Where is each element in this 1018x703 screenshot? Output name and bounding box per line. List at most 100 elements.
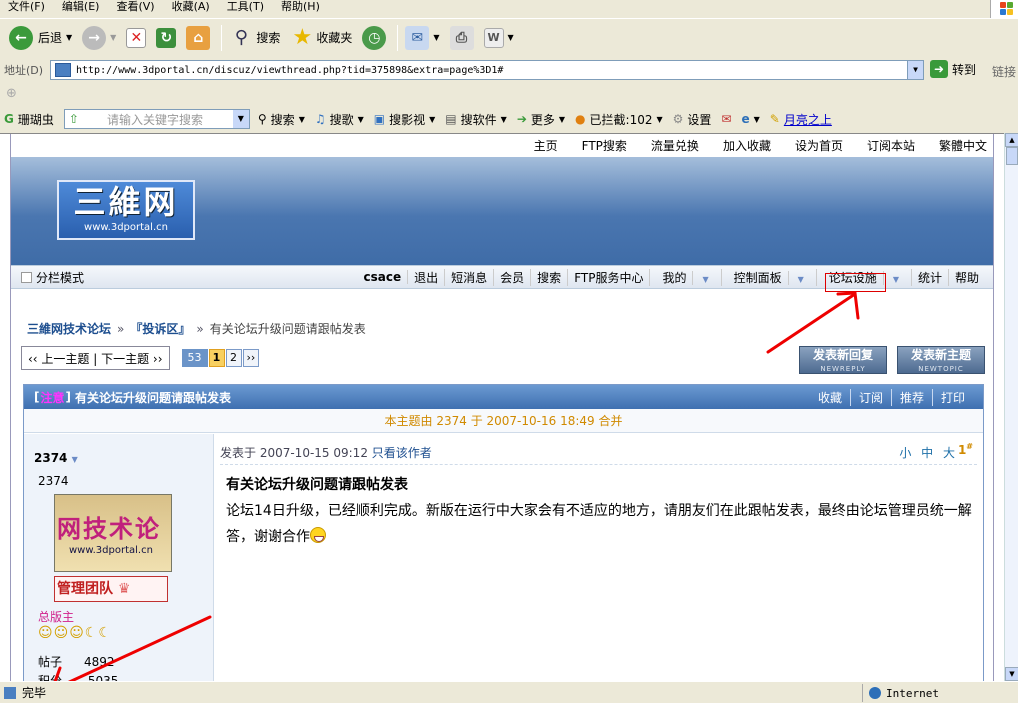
mail-dropdown-icon[interactable]: ▼: [433, 33, 439, 42]
op-favorite[interactable]: 收藏: [810, 388, 851, 406]
ie-button[interactable]: e ▼: [741, 112, 759, 126]
site-top-nav: 主页 FTP搜索 流量兑换 加入收藏 设为首页 订阅本站 繁體中文: [11, 134, 993, 157]
chevron-down-icon: ▼: [702, 274, 709, 284]
menu-tools[interactable]: 工具(T): [219, 0, 273, 14]
logout-link[interactable]: 退出: [408, 268, 446, 286]
search-dropdown-icon[interactable]: ▼: [232, 110, 249, 128]
only-author-link[interactable]: 只看该作者: [372, 446, 432, 460]
font-size-switch[interactable]: 小 中 大: [899, 444, 955, 461]
edit-button[interactable]: W ▼: [481, 23, 517, 53]
print-button[interactable]: ⎙: [447, 23, 477, 53]
favorites-label: 收藏夹: [316, 31, 353, 45]
coral-icon: G: [4, 112, 14, 126]
nav-traffic[interactable]: 流量兑换: [651, 137, 699, 154]
nav-traditional[interactable]: 繁體中文: [939, 137, 987, 154]
avatar: 网技术论 www.3dportal.cn: [54, 494, 172, 572]
messages-link[interactable]: 短消息: [445, 268, 495, 286]
address-dropdown-icon[interactable]: ▼: [907, 60, 924, 80]
menu-edit[interactable]: 编辑(E): [54, 0, 109, 14]
stats-link[interactable]: 统计: [912, 268, 949, 286]
mail-button[interactable]: ✉ ▼: [402, 23, 442, 53]
username-link[interactable]: csace: [358, 270, 409, 284]
helper-search-button[interactable]: ⚲ 搜索 ▼: [258, 111, 305, 128]
scroll-thumb[interactable]: [1006, 147, 1018, 165]
split-mode-checkbox[interactable]: [21, 271, 32, 283]
address-input[interactable]: http://www.3dportal.cn/discuz/viewthread…: [50, 60, 924, 80]
scroll-down-icon[interactable]: ▼: [1005, 667, 1018, 681]
help-link[interactable]: 帮助: [949, 269, 985, 286]
menu-file[interactable]: 文件(F): [0, 0, 54, 14]
post-title: 有关论坛升级问题请跟帖发表: [226, 477, 408, 493]
history-button[interactable]: ◷: [359, 23, 389, 53]
refresh-button[interactable]: ↻: [153, 23, 179, 53]
menu-favorites[interactable]: 收藏(A): [164, 0, 219, 14]
breadcrumb-home[interactable]: 三維网技术论坛: [27, 320, 111, 337]
nav-add-favorite[interactable]: 加入收藏: [723, 137, 771, 154]
music-search-button[interactable]: ♫ 搜歌 ▼: [315, 111, 364, 128]
site-logo[interactable]: 三維网 www.3dportal.cn: [57, 180, 195, 240]
page-current[interactable]: 1: [208, 349, 225, 367]
op-recommend[interactable]: 推荐: [892, 388, 933, 406]
mail-notify-button[interactable]: ✉: [721, 112, 731, 126]
ftp-center-link[interactable]: FTP服务中心: [568, 268, 651, 286]
thread-ops: 收藏 订阅 推荐 打印: [810, 388, 973, 406]
software-icon: ▤: [445, 112, 457, 126]
nav-set-home[interactable]: 设为首页: [795, 137, 843, 154]
stop-button[interactable]: ✕: [123, 23, 149, 53]
user-label: 月亮之上: [783, 112, 832, 127]
page-link[interactable]: 2: [225, 349, 242, 367]
menu-help[interactable]: 帮助(H): [273, 0, 329, 14]
new-topic-button[interactable]: 发表新主题 NEWTOPIC: [897, 346, 985, 374]
search-link[interactable]: 搜索: [531, 268, 569, 286]
video-label: 搜影视: [389, 112, 426, 127]
nav-ftp-search[interactable]: FTP搜索: [582, 137, 627, 154]
forum-page: 主页 FTP搜索 流量兑换 加入收藏 设为首页 订阅本站 繁體中文 三維网 ww…: [10, 134, 994, 681]
nav-home[interactable]: 主页: [534, 137, 558, 154]
scroll-up-icon[interactable]: ▲: [1005, 133, 1018, 147]
my-menu[interactable]: 我的 ▼: [650, 268, 722, 286]
prev-next-topic[interactable]: ‹‹ 上一主题 | 下一主题 ››: [21, 346, 170, 370]
user-link[interactable]: ✎ 月亮之上: [770, 111, 832, 128]
op-subscribe[interactable]: 订阅: [851, 388, 892, 406]
breadcrumb-section[interactable]: 『投诉区』: [130, 320, 190, 337]
software-search-button[interactable]: ▤ 搜软件 ▼: [445, 111, 507, 128]
rank-icons: ☺☺☺☾☾: [38, 625, 112, 641]
popup-blocker-button[interactable]: ● 已拦截:102 ▼: [575, 111, 663, 128]
home-button[interactable]: ⌂: [183, 23, 213, 53]
back-dropdown-icon[interactable]: ▼: [66, 33, 72, 42]
more-button[interactable]: ➔ 更多 ▼: [517, 111, 565, 128]
pen-icon: ✎: [769, 112, 780, 126]
back-button[interactable]: ← 后退 ▼: [6, 23, 75, 53]
nav-subscribe[interactable]: 订阅本站: [867, 137, 915, 154]
forward-button[interactable]: → ▼: [79, 23, 119, 53]
new-reply-button[interactable]: 发表新回复 NEWREPLY: [799, 346, 887, 374]
coral-brand[interactable]: G 珊瑚虫: [4, 111, 54, 128]
address-label: 地址(D): [4, 64, 44, 77]
go-button[interactable]: ➜ 转到: [930, 60, 976, 78]
page-count: 53: [181, 349, 208, 367]
new-reply-sub: NEWREPLY: [820, 365, 866, 373]
page-icon: [55, 63, 71, 77]
split-mode-toggle[interactable]: 分栏模式: [21, 269, 84, 286]
post-floor[interactable]: 1#: [958, 442, 973, 457]
edit-dropdown-icon[interactable]: ▼: [508, 33, 514, 42]
favorites-button[interactable]: ★ 收藏夹: [287, 23, 355, 53]
settings-button[interactable]: ⚙ 设置: [673, 111, 712, 128]
new-topic-label: 发表新主题: [910, 348, 971, 362]
vertical-scrollbar[interactable]: ▲ ▼: [1004, 133, 1018, 681]
home-icon: ⌂: [186, 25, 211, 50]
forward-dropdown-icon[interactable]: ▼: [110, 33, 116, 42]
members-link[interactable]: 会员: [494, 268, 532, 286]
menu-view[interactable]: 查看(V): [108, 0, 163, 14]
search-button[interactable]: ⚲ 搜索: [226, 23, 283, 53]
op-print[interactable]: 打印: [933, 389, 973, 406]
breadcrumb-separator: »: [196, 321, 204, 336]
control-panel-menu[interactable]: 控制面板 ▼: [722, 268, 817, 286]
helper-search-input[interactable]: ⇧ 请输入关键字搜索 ▼: [63, 109, 250, 129]
video-search-button[interactable]: ▣ 搜影视 ▼: [374, 111, 436, 128]
author-name[interactable]: 2374 ▼: [34, 451, 78, 465]
links-button[interactable]: 链接: [992, 63, 1016, 80]
author-name-text: 2374: [34, 451, 68, 465]
team-badge: 管理团队 ♛: [54, 576, 168, 602]
page-next[interactable]: ››: [242, 349, 260, 367]
